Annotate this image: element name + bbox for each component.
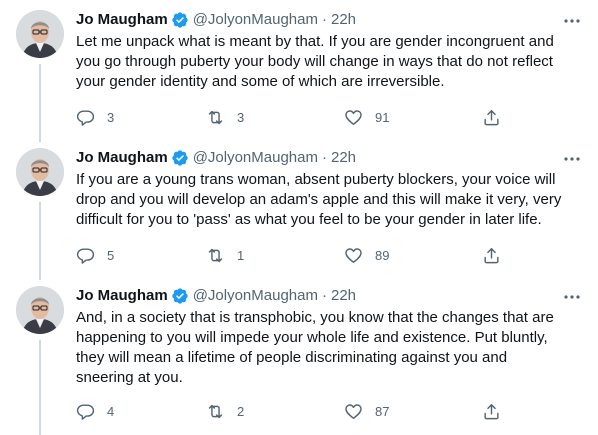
reply-icon: [76, 246, 95, 265]
share-icon: [482, 246, 501, 265]
more-icon[interactable]: [562, 14, 582, 26]
more-icon[interactable]: [562, 290, 582, 302]
retweet-count: 2: [237, 403, 245, 419]
tweet[interactable]: Jo Maugham @JolyonMaugham · 22h If you a…: [0, 148, 598, 280]
like-count: 91: [375, 109, 390, 125]
avatar-column: [16, 10, 64, 58]
tweet-body: Jo Maugham @JolyonMaugham · 22h Let me u…: [76, 10, 586, 126]
like-icon: [344, 246, 363, 265]
like-icon: [344, 402, 363, 421]
retweet-icon: [206, 108, 225, 127]
tweet[interactable]: Jo Maugham @JolyonMaugham · 22h And, in …: [0, 286, 598, 435]
separator-dot: ·: [321, 287, 327, 304]
like-button[interactable]: 91: [344, 107, 389, 127]
author-handle[interactable]: @JolyonMaugham: [193, 286, 318, 306]
separator-dot: ·: [321, 149, 327, 166]
retweet-count: 1: [237, 247, 245, 263]
author-name[interactable]: Jo Maugham: [76, 286, 168, 306]
separator-dot: ·: [321, 11, 327, 28]
reply-button[interactable]: 3: [76, 107, 114, 127]
avatar[interactable]: [16, 148, 64, 196]
retweet-icon: [206, 402, 225, 421]
like-button[interactable]: 89: [344, 245, 389, 265]
tweet[interactable]: Jo Maugham @JolyonMaugham · 22h Let me u…: [0, 10, 598, 142]
reply-button[interactable]: 5: [76, 245, 114, 265]
tweet-timestamp[interactable]: 22h: [331, 148, 356, 168]
tweet-timestamp[interactable]: 22h: [331, 10, 356, 30]
reply-count: 5: [107, 247, 115, 263]
tweet-thread: Jo Maugham @JolyonMaugham · 22h Let me u…: [0, 0, 598, 435]
author-name[interactable]: Jo Maugham: [76, 148, 168, 168]
retweet-icon: [206, 246, 225, 265]
more-icon[interactable]: [562, 152, 582, 164]
reply-count: 3: [107, 109, 115, 125]
reply-count: 4: [107, 403, 115, 419]
like-button[interactable]: 87: [344, 401, 389, 421]
tweet-actions: 5 1 89: [76, 245, 516, 265]
like-count: 87: [375, 403, 390, 419]
tweet-body: Jo Maugham @JolyonMaugham · 22h If you a…: [76, 148, 586, 264]
tweet-header: Jo Maugham @JolyonMaugham · 22h: [76, 10, 586, 30]
tweet-actions: 4 2 87: [76, 401, 516, 421]
tweet-header: Jo Maugham @JolyonMaugham · 22h: [76, 148, 586, 168]
like-icon: [344, 108, 363, 127]
author-handle[interactable]: @JolyonMaugham: [193, 148, 318, 168]
verified-badge-icon: [171, 287, 189, 305]
avatar[interactable]: [16, 286, 64, 334]
thread-connector-line: [39, 340, 41, 435]
verified-badge-icon: [171, 149, 189, 167]
avatar[interactable]: [16, 10, 64, 58]
share-button[interactable]: [482, 245, 501, 265]
share-icon: [482, 108, 501, 127]
avatar-column: [16, 148, 64, 196]
tweet-timestamp[interactable]: 22h: [331, 286, 356, 306]
tweet-text: If you are a young trans woman, absent p…: [76, 171, 562, 228]
tweet-text: And, in a society that is transphobic, y…: [76, 309, 554, 386]
retweet-count: 3: [237, 109, 245, 125]
tweet-header: Jo Maugham @JolyonMaugham · 22h: [76, 286, 586, 306]
share-button[interactable]: [482, 107, 501, 127]
reply-button[interactable]: 4: [76, 401, 114, 421]
verified-badge-icon: [171, 11, 189, 29]
reply-icon: [76, 402, 95, 421]
tweet-body: Jo Maugham @JolyonMaugham · 22h And, in …: [76, 286, 586, 420]
share-button[interactable]: [482, 401, 501, 421]
share-icon: [482, 402, 501, 421]
author-handle[interactable]: @JolyonMaugham: [193, 10, 318, 30]
tweet-actions: 3 3 91: [76, 107, 516, 127]
thread-connector-line: [39, 64, 41, 142]
retweet-button[interactable]: 1: [206, 245, 244, 265]
author-name[interactable]: Jo Maugham: [76, 10, 168, 30]
avatar-column: [16, 286, 64, 334]
thread-connector-line: [39, 202, 41, 280]
like-count: 89: [375, 247, 390, 263]
reply-icon: [76, 108, 95, 127]
retweet-button[interactable]: 3: [206, 107, 244, 127]
retweet-button[interactable]: 2: [206, 401, 244, 421]
tweet-text: Let me unpack what is meant by that. If …: [76, 33, 554, 90]
